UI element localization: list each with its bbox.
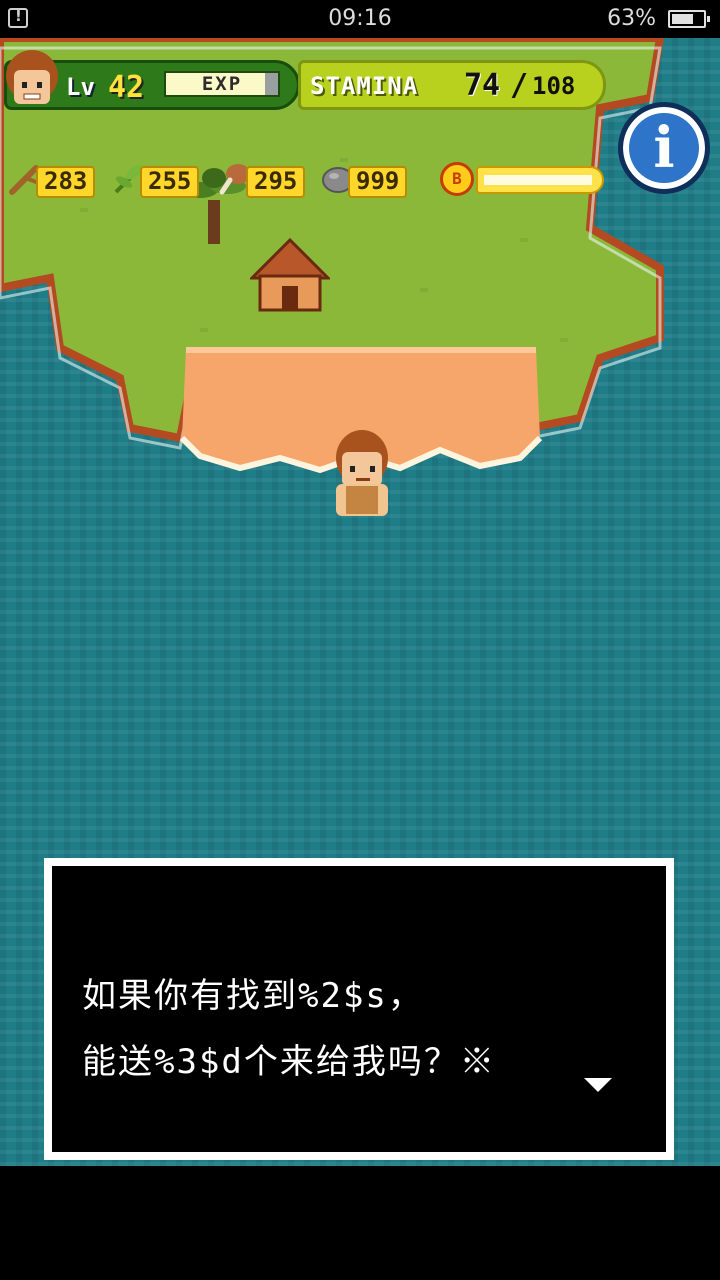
bonus-gauge: B (440, 162, 606, 198)
stamina-label: STAMINA (310, 72, 419, 100)
dialog-line-1: 如果你有找到%2$s， (82, 976, 424, 1016)
info-button[interactable]: i (618, 102, 710, 194)
player-avatar (6, 50, 58, 104)
level-value: 42 (108, 70, 145, 105)
level-label: Lv (66, 73, 95, 101)
resource-meat-count: 295 (246, 166, 306, 198)
exp-bar: EXP (164, 71, 280, 97)
resource-wood-count: 283 (36, 166, 96, 198)
dialog-advance-icon[interactable] (584, 1078, 612, 1092)
game-map[interactable]: Lv 42 EXP STAMINA 74 / 108 i 283 255 295 (0, 38, 720, 1166)
stamina-current: 74 (464, 68, 501, 103)
player-character[interactable] (320, 424, 404, 520)
status-bar: 09:16 63% (0, 0, 720, 38)
battery-percent: 63% (607, 6, 656, 31)
dialog-box[interactable]: 如果你有找到%2$s， 能送%3$d个来给我吗？※ (44, 858, 674, 1160)
battery-icon (668, 10, 710, 28)
exp-label: EXP (201, 73, 243, 95)
resource-herb-count: 255 (140, 166, 200, 198)
bottom-letterbox (0, 1166, 720, 1280)
stamina-separator: / (510, 68, 529, 103)
stamina-max: 108 (532, 72, 576, 100)
bonus-coin-icon: B (440, 162, 474, 196)
hut[interactable] (250, 238, 330, 314)
resource-stone-count: 999 (348, 166, 408, 198)
bonus-bar (476, 166, 604, 194)
dialog-line-2: 能送%3$d个来给我吗？※ (82, 1042, 496, 1082)
info-icon: i (653, 115, 675, 181)
